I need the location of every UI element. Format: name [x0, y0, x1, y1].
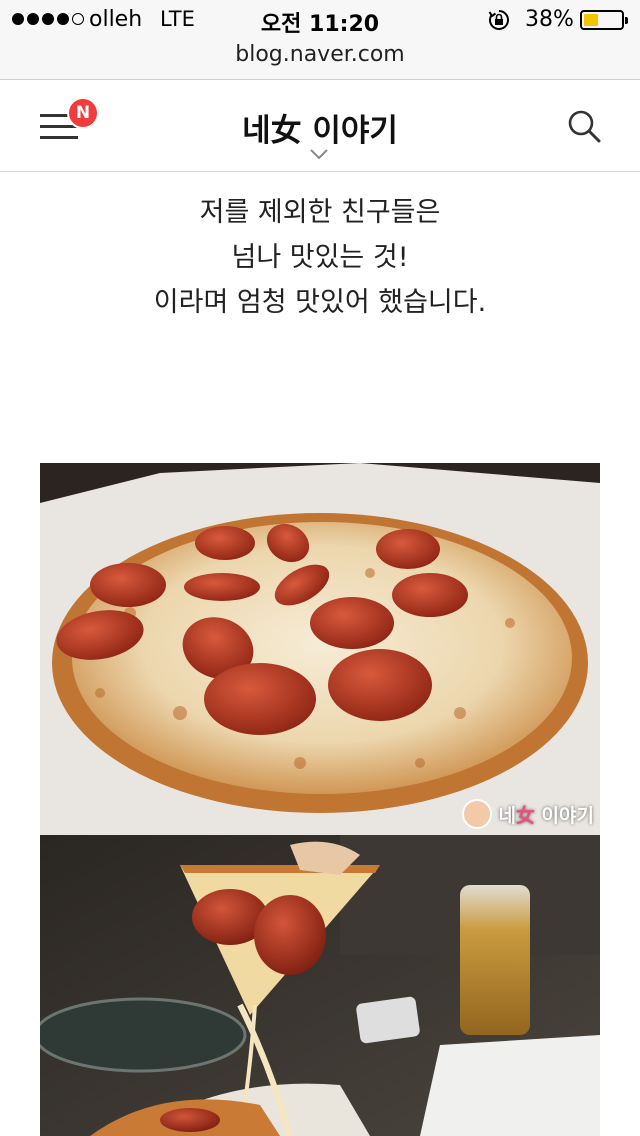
status-bar: olleh LTE 오전 11:20 38% — [0, 0, 640, 40]
battery-icon — [580, 10, 628, 30]
pizza-slice-cheese-pull-photo[interactable] — [40, 835, 600, 1136]
battery-percent: 38% — [525, 7, 574, 32]
search-icon[interactable] — [566, 108, 602, 144]
watermark-avatar — [462, 799, 493, 829]
chevron-down-icon[interactable] — [309, 148, 329, 160]
rotation-lock-icon — [488, 10, 509, 30]
post-line: 이라며 엄청 맛있어 했습니다. — [153, 287, 487, 318]
watermark-text: 네女 이야기 — [498, 804, 594, 827]
photo-watermark: 네女 이야기 — [462, 799, 594, 829]
browser-chrome: olleh LTE 오전 11:20 38% blog.naver.com — [0, 0, 640, 80]
post-text: 저를 제외한 친구들은 넘나 맛있는 것! 이라며 엄청 맛있어 했습니다. — [0, 190, 640, 325]
post-line: 넘나 맛있는 것! — [231, 242, 409, 273]
url-bar[interactable]: blog.naver.com — [0, 42, 640, 67]
blog-title[interactable]: 네女 이야기 — [0, 105, 640, 150]
post-line: 저를 제외한 친구들은 — [199, 197, 441, 228]
pepperoni-pizza-photo[interactable]: 네女 이야기 — [40, 463, 600, 835]
